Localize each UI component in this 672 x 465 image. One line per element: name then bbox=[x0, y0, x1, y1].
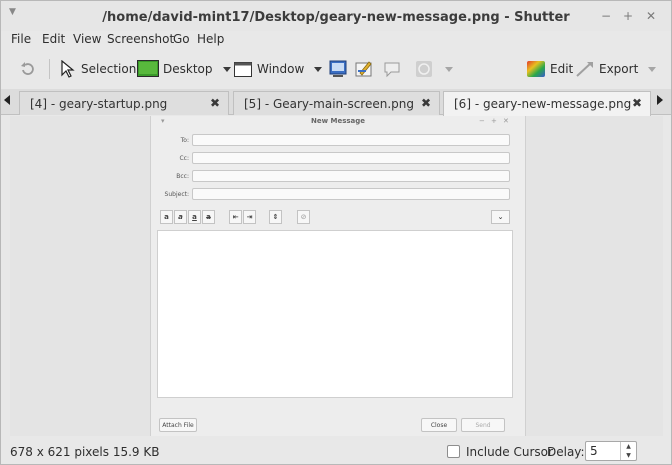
preview-minimize-icon: − bbox=[479, 117, 485, 125]
preview-cc-label: Cc: bbox=[179, 155, 189, 162]
menu-edit[interactable]: Edit bbox=[42, 32, 65, 46]
preview-subject-label: Subject: bbox=[164, 191, 189, 198]
tab-bar: [4] - geary-startup.png ✖ [5] - Geary-ma… bbox=[1, 89, 671, 116]
edit-label: Edit bbox=[550, 62, 574, 76]
toolbar-separator bbox=[49, 59, 50, 79]
preview-to-label: To: bbox=[180, 137, 189, 144]
tab-label: [5] - Geary-main-screen.png bbox=[244, 96, 415, 111]
menu-help[interactable]: Help bbox=[197, 32, 224, 46]
preview-message-body bbox=[157, 230, 513, 398]
preview-maximize-icon: + bbox=[491, 117, 497, 125]
screenshot-image: ▾ New Message − + ✕ To: Cc: Bcc: Subject… bbox=[150, 116, 526, 436]
preview-close-button: Close bbox=[421, 418, 457, 432]
preview-to-field bbox=[192, 134, 510, 146]
tab-close-icon[interactable]: ✖ bbox=[421, 96, 431, 110]
status-bar: 678 x 621 pixels 15.9 KB Include Cursor … bbox=[1, 438, 671, 464]
maximize-icon[interactable]: + bbox=[621, 9, 635, 23]
shutter-window: ▼ /home/david-mint17/Desktop/geary-new-m… bbox=[0, 0, 672, 465]
speech-bubble-icon bbox=[384, 62, 400, 78]
tab-label: [6] - geary-new-message.png bbox=[454, 97, 632, 111]
export-icon bbox=[576, 62, 593, 77]
preview-italic-button: a bbox=[174, 210, 187, 224]
web-dropdown-icon[interactable] bbox=[445, 66, 453, 72]
desktop-button[interactable]: Desktop bbox=[137, 57, 231, 81]
color-palette-icon bbox=[527, 61, 545, 77]
menu-bar: File Edit View Screenshot Go Help bbox=[1, 31, 671, 49]
menu-screenshot[interactable]: Screenshot bbox=[107, 32, 174, 46]
preview-send-button: Send bbox=[461, 418, 505, 432]
preview-underline-button: a bbox=[188, 210, 201, 224]
window-dropdown-icon[interactable] bbox=[314, 66, 323, 72]
tab-scroll-left-icon[interactable] bbox=[4, 95, 10, 105]
preview-subject-field bbox=[192, 188, 510, 200]
screenshot-view[interactable]: ▾ New Message − + ✕ To: Cc: Bcc: Subject… bbox=[10, 116, 663, 436]
menu-view[interactable]: View bbox=[73, 32, 101, 46]
tab-geary-startup[interactable]: [4] - geary-startup.png ✖ bbox=[19, 91, 229, 115]
tooltip-capture-button[interactable] bbox=[355, 57, 373, 81]
export-label: Export bbox=[599, 62, 639, 76]
web-button[interactable] bbox=[415, 57, 453, 81]
preview-remove-format-icon: ⊘ bbox=[297, 210, 310, 224]
web-capture-button[interactable] bbox=[383, 57, 401, 81]
window-label: Window bbox=[257, 62, 305, 76]
preview-bold-button: a bbox=[160, 210, 173, 224]
window-button[interactable]: Window bbox=[234, 57, 323, 81]
preview-indent-more-icon: ⇥ bbox=[243, 210, 256, 224]
redo-icon bbox=[21, 62, 34, 75]
menu-capture-icon bbox=[329, 60, 347, 77]
spin-up-icon[interactable]: ▲ bbox=[621, 442, 636, 451]
preview-strikethrough-button: a bbox=[202, 210, 215, 224]
preview-bcc-field bbox=[192, 170, 510, 182]
redo-button[interactable] bbox=[19, 57, 35, 81]
preview-menu-chevron-icon: ⌄ bbox=[491, 210, 510, 224]
spin-down-icon[interactable]: ▼ bbox=[621, 451, 636, 460]
window-title: /home/david-mint17/Desktop/geary-new-mes… bbox=[102, 10, 570, 25]
tab-close-icon[interactable]: ✖ bbox=[632, 96, 642, 110]
export-dropdown-icon[interactable] bbox=[648, 66, 657, 72]
delay-value[interactable]: 5 bbox=[590, 444, 598, 458]
delay-label: Delay: bbox=[547, 445, 585, 459]
preview-window-title: New Message bbox=[310, 117, 366, 125]
preview-close-icon: ✕ bbox=[503, 117, 509, 125]
edit-button[interactable]: Edit bbox=[526, 57, 573, 81]
menu-go[interactable]: Go bbox=[173, 32, 190, 46]
preview-cc-field bbox=[192, 152, 510, 164]
minimize-icon[interactable]: − bbox=[599, 9, 613, 23]
menu-capture-button[interactable] bbox=[329, 57, 347, 81]
tab-geary-main-screen[interactable]: [5] - Geary-main-screen.png ✖ bbox=[233, 91, 440, 115]
include-cursor-label[interactable]: Include Cursor bbox=[466, 445, 553, 459]
delay-spinner[interactable]: 5 ▲ ▼ bbox=[585, 441, 637, 461]
preview-font-size-icon: ⇕ bbox=[269, 210, 282, 224]
selection-label: Selection bbox=[81, 62, 137, 76]
desktop-label: Desktop bbox=[163, 62, 213, 76]
window-icon bbox=[234, 62, 252, 77]
spinner-arrows[interactable]: ▲ ▼ bbox=[620, 442, 636, 460]
image-info: 678 x 621 pixels 15.9 KB bbox=[10, 445, 160, 459]
tab-label: [4] - geary-startup.png bbox=[30, 96, 168, 111]
cursor-arrow-icon bbox=[61, 60, 75, 78]
tab-geary-new-message[interactable]: [6] - geary-new-message.png ✖ bbox=[443, 91, 651, 116]
menu-file[interactable]: File bbox=[11, 32, 31, 46]
title-bar: ▼ /home/david-mint17/Desktop/geary-new-m… bbox=[1, 1, 671, 31]
toolbar: Selection Desktop Window Edit Export bbox=[1, 49, 671, 89]
tab-scroll-right-icon[interactable] bbox=[657, 95, 663, 105]
preview-attach-file-button: Attach File bbox=[159, 418, 197, 432]
preview-bcc-label: Bcc: bbox=[176, 173, 189, 180]
desktop-icon bbox=[137, 60, 159, 77]
tab-close-icon[interactable]: ✖ bbox=[210, 96, 220, 110]
selection-button[interactable]: Selection bbox=[60, 57, 136, 81]
close-icon[interactable]: ✕ bbox=[644, 9, 658, 23]
include-cursor-checkbox[interactable] bbox=[447, 445, 460, 458]
preview-indent-less-icon: ⇤ bbox=[229, 210, 242, 224]
desktop-dropdown-icon[interactable] bbox=[222, 66, 231, 72]
export-button[interactable]: Export bbox=[575, 57, 657, 81]
globe-icon bbox=[416, 61, 432, 77]
pencil-edit-icon bbox=[355, 61, 372, 77]
